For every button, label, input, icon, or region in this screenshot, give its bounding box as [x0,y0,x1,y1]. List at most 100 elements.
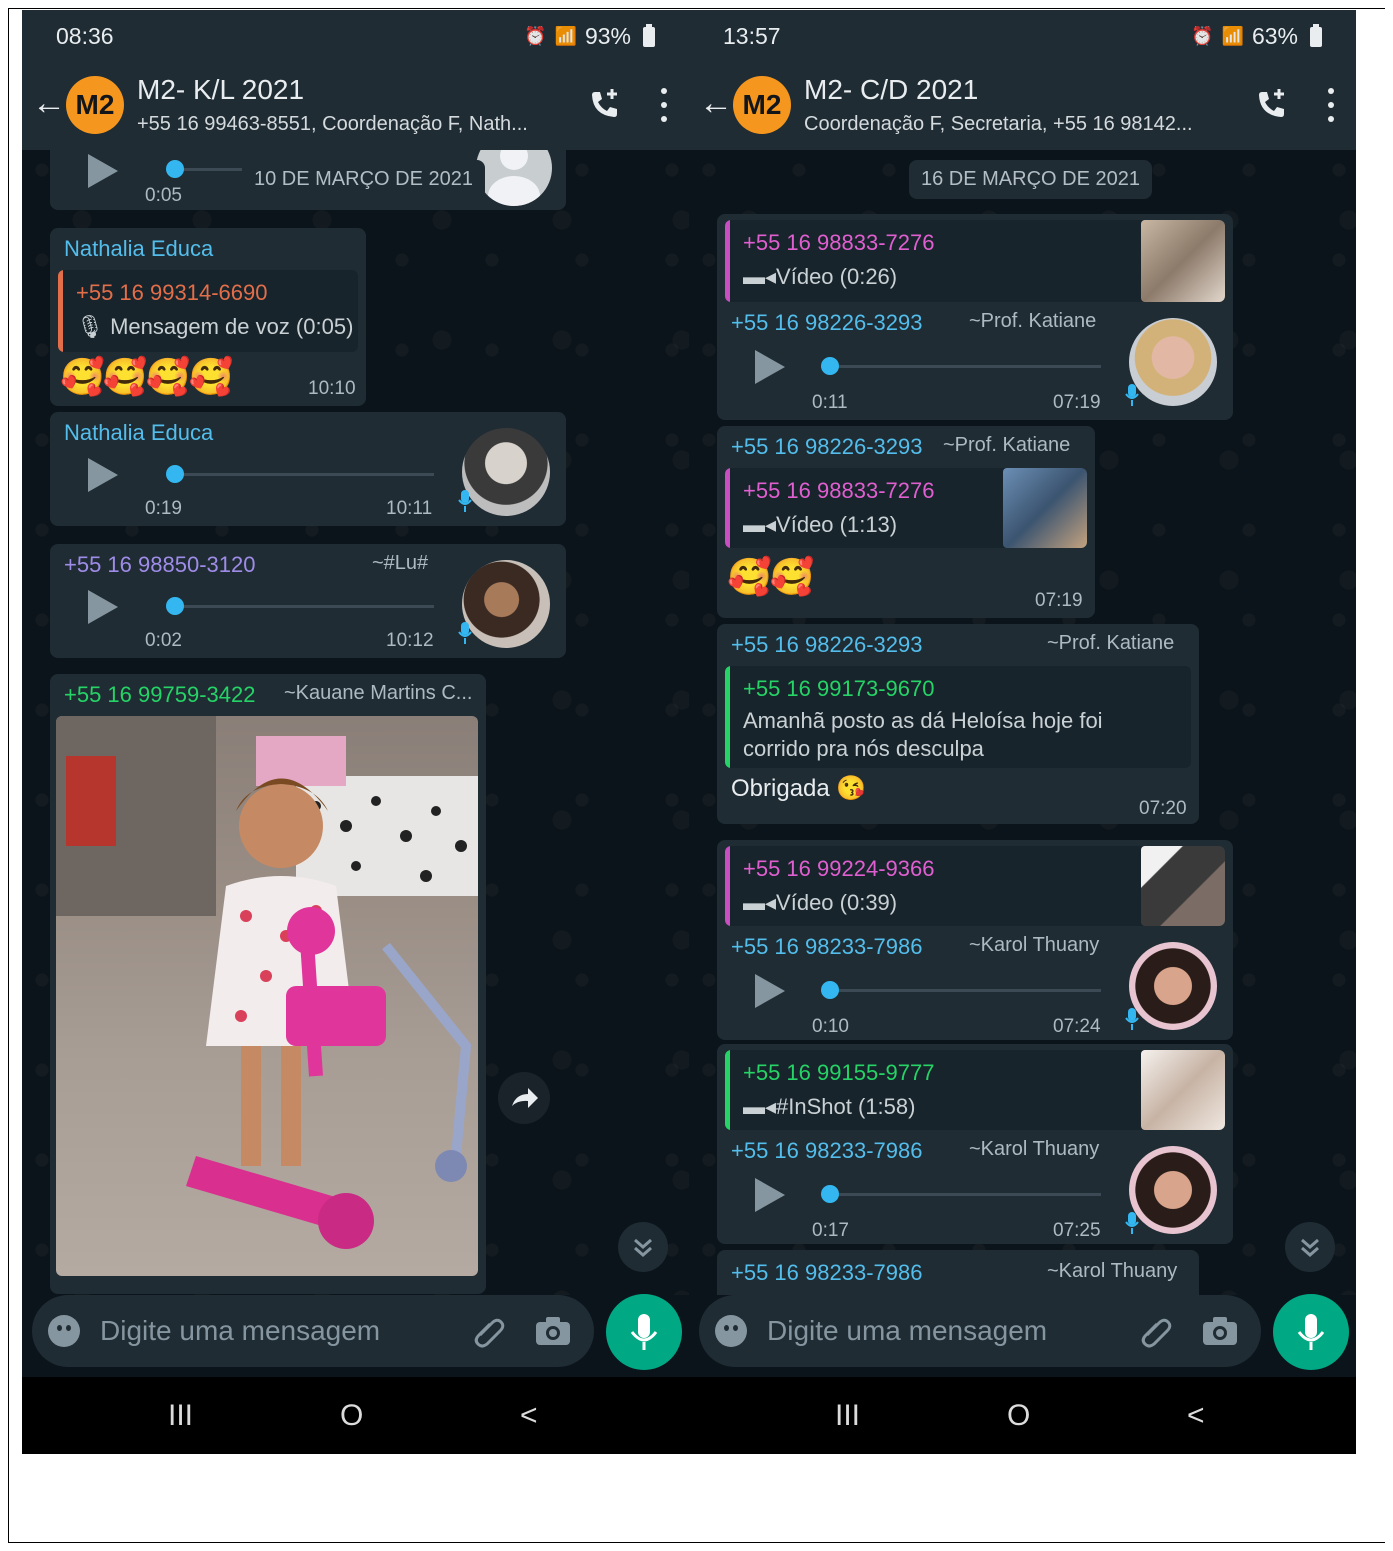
sender-alias: ~Kauane Martins C... [284,682,473,704]
forward-arrow-icon [512,1088,538,1108]
video-thumbnail[interactable] [1141,1050,1225,1130]
scroll-down-button[interactable] [1285,1222,1335,1272]
recents-button[interactable]: III [168,1399,193,1433]
emoji-icon[interactable] [48,1315,80,1347]
default-avatar [476,150,552,206]
message-input[interactable]: Digite uma mensagem [100,1315,380,1347]
camera-icon[interactable] [536,1317,570,1345]
play-icon[interactable] [755,350,785,384]
audio-progress[interactable] [172,473,434,476]
contact-avatar [462,428,550,516]
battery-level: 93% [584,23,631,49]
audio-knob[interactable] [821,357,839,375]
message-input[interactable]: Digite uma mensagem [767,1315,1047,1347]
message-bubble[interactable]: +55 16 98226-3293 ~Prof. Katiane +55 16 … [717,426,1095,618]
voice-message[interactable]: Nathalia Educa 0:19 10:11 [50,412,566,526]
voice-message[interactable]: +55 16 99155-9777 ▬◂#InShot (1:58) +55 1… [717,1044,1233,1244]
quoted-message[interactable]: +55 16 98833-7276 ▬◂Vídeo (0:26) [725,220,1225,302]
voice-record-button[interactable] [1273,1294,1349,1370]
photo-child-scooter[interactable] [56,716,478,1276]
home-button[interactable]: O [1007,1399,1030,1433]
back-arrow-icon[interactable]: ← [32,84,66,123]
group-avatar[interactable]: M2 [66,76,124,134]
audio-progress[interactable] [827,1193,1101,1196]
scroll-down-button[interactable] [618,1222,668,1272]
back-button[interactable]: < [520,1399,538,1433]
sender-alias: ~Prof. Katiane [1047,632,1175,654]
message-composer[interactable]: Digite uma mensagem [699,1295,1261,1367]
add-call-icon[interactable] [1254,86,1290,122]
back-button[interactable]: < [1187,1399,1205,1433]
camera-icon[interactable] [1203,1317,1237,1345]
status-time: 08:36 [56,23,114,49]
message-bubble[interactable]: Nathalia Educa +55 16 99314-6690 🎙 Mensa… [50,228,366,406]
quoted-message[interactable]: +55 16 99173-9670 Amanhã posto as dá Hel… [725,666,1191,768]
audio-duration: 0:11 [812,392,848,413]
message-composer[interactable]: Digite uma mensagem [32,1295,594,1367]
back-arrow-icon[interactable]: ← [699,84,733,123]
quoted-message[interactable]: +55 16 99224-9366 ▬◂Vídeo (0:39) [725,846,1225,926]
message-time: 07:20 [1139,798,1187,819]
message-time: 07:19 [1035,590,1083,611]
forward-button[interactable] [498,1072,550,1124]
quoted-sender: +55 16 99314-6690 [76,280,268,305]
message-list[interactable]: 16 DE MARÇO DE 2021 +55 16 98833-7276 ▬◂… [689,150,1356,1295]
play-icon[interactable] [755,1178,785,1212]
image-message[interactable]: +55 16 99759-3422 ~Kauane Martins C... [50,674,486,1294]
play-icon[interactable] [88,590,118,624]
voice-message[interactable]: +55 16 98833-7276 ▬◂Vídeo (0:26) +55 16 … [717,214,1233,420]
quoted-sender: +55 16 98833-7276 [743,230,935,255]
audio-knob[interactable] [821,1185,839,1203]
quoted-sender: +55 16 99224-9366 [743,856,935,881]
emoji-text: 🥰🥰🥰🥰 [60,356,233,397]
more-options-icon[interactable] [1326,88,1336,122]
message-bubble[interactable]: +55 16 98226-3293 ~Prof. Katiane +55 16 … [717,624,1199,824]
chat-title[interactable]: M2- C/D 2021 [804,74,978,106]
message-bubble[interactable]: +55 16 98233-7986 ~Karol Thuany [717,1250,1199,1295]
attach-icon[interactable] [470,1313,506,1349]
status-time: 13:57 [723,23,781,49]
sender-name: Nathalia Educa [64,420,214,445]
audio-progress[interactable] [172,605,434,608]
quoted-message[interactable]: +55 16 99314-6690 🎙 Mensagem de voz (0:0… [58,270,358,352]
chat-participants[interactable]: +55 16 99463-8551, Coordenação F, Nath..… [137,113,557,136]
voice-message[interactable]: +55 16 98850-3120 ~#Lu# 0:02 10:12 [50,544,566,658]
microphone-icon [1297,1314,1325,1350]
double-chevron-down-icon [1301,1238,1319,1257]
more-options-icon[interactable] [659,88,669,122]
play-icon[interactable] [755,974,785,1008]
play-icon[interactable] [88,154,118,188]
quoted-text-line1: Amanhã posto as dá Heloísa hoje foi [743,708,1103,733]
audio-progress[interactable] [827,365,1101,368]
video-icon: ▬◂ [743,264,777,289]
wifi-icon: 📶 [1221,26,1244,46]
attach-icon[interactable] [1137,1313,1173,1349]
voice-message[interactable]: +55 16 99224-9366 ▬◂Vídeo (0:39) +55 16 … [717,840,1233,1040]
chat-participants[interactable]: Coordenação F, Secretaria, +55 16 98142.… [804,113,1224,136]
message-text: Obrigada 😘 [731,775,867,802]
video-thumbnail[interactable] [1141,220,1225,302]
status-bar: 13:57 ⏰ 📶 63% [689,10,1356,60]
voice-record-button[interactable] [606,1294,682,1370]
audio-knob[interactable] [166,597,184,615]
group-avatar[interactable]: M2 [733,76,791,134]
mic-icon [458,490,472,512]
quoted-message[interactable]: +55 16 99155-9777 ▬◂#InShot (1:58) [725,1050,1225,1130]
audio-knob[interactable] [166,160,184,178]
message-list[interactable]: 0:05 10 DE MARÇO DE 2021 Nathalia Educa … [22,150,689,1295]
quoted-message[interactable]: +55 16 98833-7276 ▬◂Vídeo (1:13) [725,468,1087,548]
quoted-video-label: Vídeo (0:26) [776,264,898,289]
chat-title[interactable]: M2- K/L 2021 [137,74,304,106]
emoji-icon[interactable] [715,1315,747,1347]
audio-knob[interactable] [166,465,184,483]
video-thumbnail[interactable] [1141,846,1225,926]
recents-button[interactable]: III [835,1399,860,1433]
audio-knob[interactable] [821,981,839,999]
audio-progress[interactable] [827,989,1101,992]
message-time: 10:10 [308,378,356,399]
play-icon[interactable] [88,458,118,492]
video-thumbnail[interactable] [1003,468,1087,548]
add-call-icon[interactable] [587,86,623,122]
home-button[interactable]: O [340,1399,363,1433]
quote-bar [725,666,730,768]
